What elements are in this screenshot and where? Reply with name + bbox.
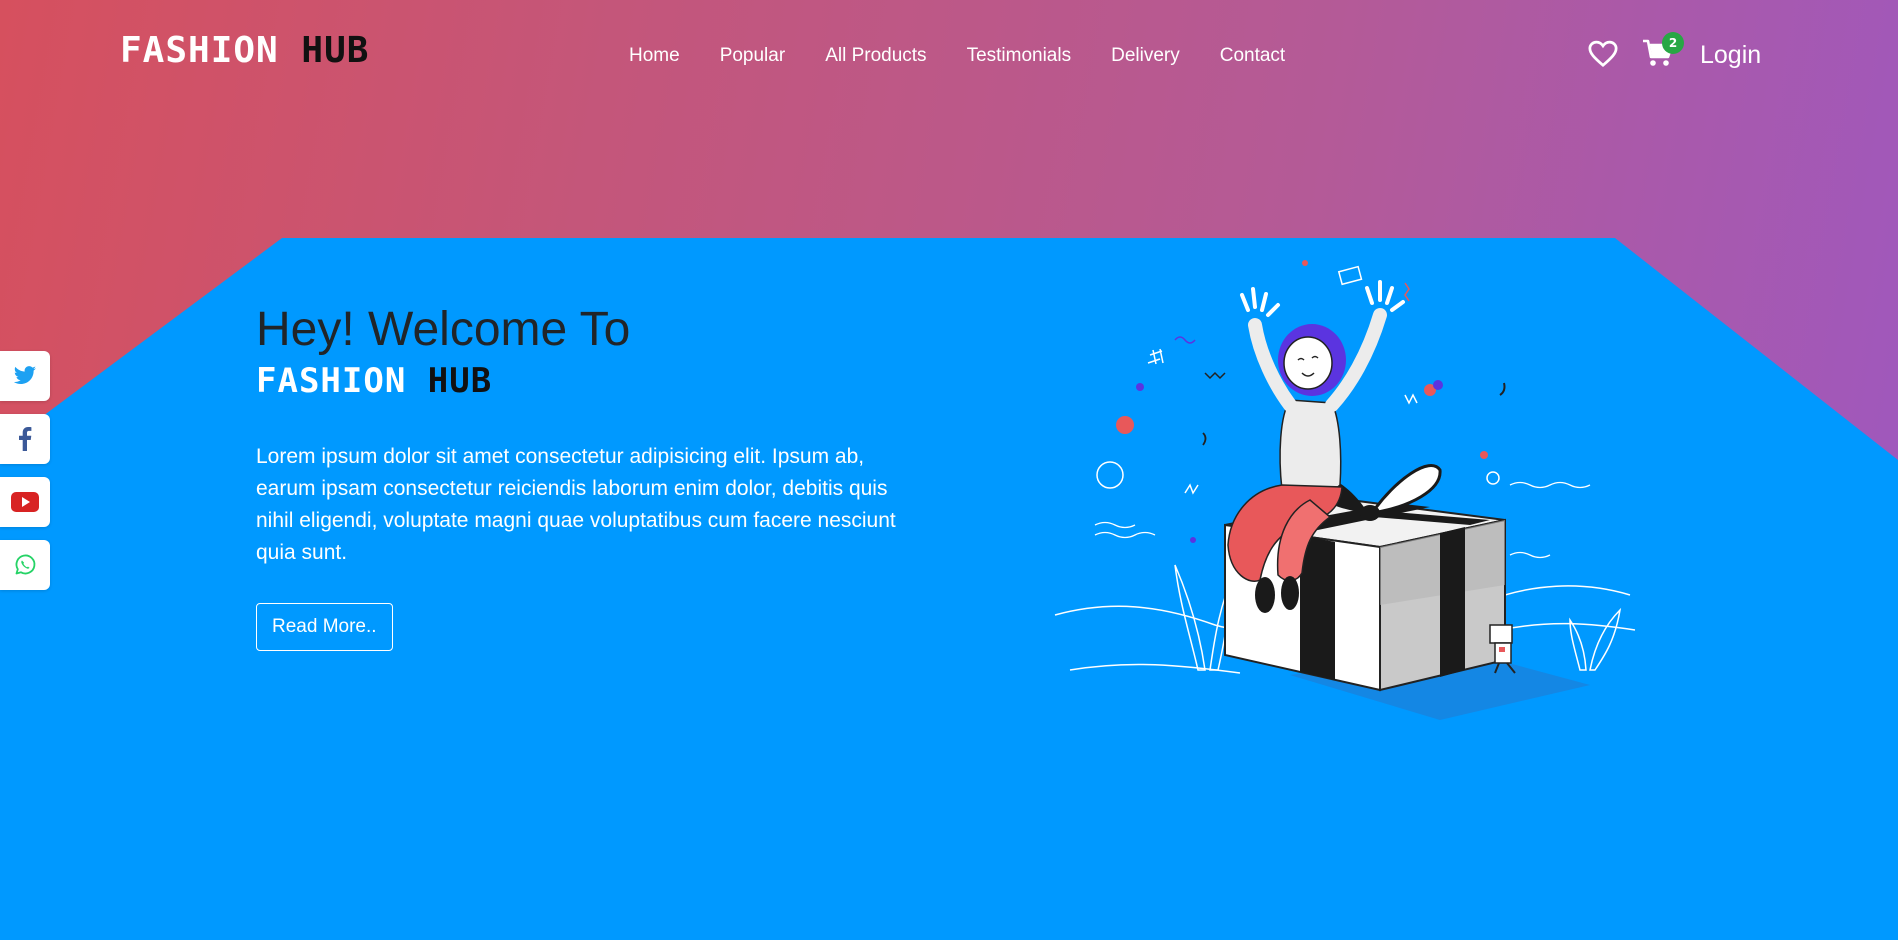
cart-button[interactable]: 2 bbox=[1642, 32, 1684, 70]
whatsapp-button[interactable] bbox=[0, 540, 50, 590]
gift-box-illustration bbox=[1054, 260, 1636, 720]
nav-delivery[interactable]: Delivery bbox=[1111, 45, 1180, 67]
twitter-icon bbox=[13, 366, 36, 384]
nav-popular[interactable]: Popular bbox=[720, 45, 786, 67]
nav-all-products[interactable]: All Products bbox=[825, 45, 926, 67]
site-logo[interactable]: FASHION HUB bbox=[120, 30, 369, 71]
read-more-button[interactable]: Read More.. bbox=[256, 603, 393, 651]
header-actions: 2 Login bbox=[1588, 32, 1761, 70]
social-sidebar bbox=[0, 351, 50, 603]
logo-hub-text: HUB bbox=[301, 30, 370, 71]
whatsapp-icon bbox=[15, 554, 36, 575]
facebook-button[interactable] bbox=[0, 414, 50, 464]
nav-contact[interactable]: Contact bbox=[1220, 45, 1285, 67]
heart-icon[interactable] bbox=[1588, 40, 1618, 68]
main-nav: Home Popular All Products Testimonials D… bbox=[629, 45, 1325, 67]
nav-home[interactable]: Home bbox=[629, 45, 680, 67]
login-link[interactable]: Login bbox=[1700, 41, 1761, 70]
facebook-icon bbox=[19, 427, 32, 451]
twitter-button[interactable] bbox=[0, 351, 50, 401]
youtube-button[interactable] bbox=[0, 477, 50, 527]
logo-fashion-text: FASHION bbox=[120, 30, 279, 71]
hero-section: Hey! Welcome To FASHION HUB Lorem ipsum … bbox=[256, 302, 926, 651]
nav-testimonials[interactable]: Testimonials bbox=[967, 45, 1072, 67]
hero-brand-fashion: FASHION bbox=[256, 361, 407, 401]
hero-title: Hey! Welcome To bbox=[256, 303, 631, 356]
youtube-icon bbox=[11, 492, 39, 512]
hero-description: Lorem ipsum dolor sit amet consectetur a… bbox=[256, 445, 896, 564]
hero-brand-hub: HUB bbox=[427, 361, 493, 401]
cart-count-badge: 2 bbox=[1662, 32, 1684, 54]
site-header: FASHION HUB Home Popular All Products Te… bbox=[0, 0, 1898, 112]
hero-brand: FASHION HUB bbox=[256, 361, 926, 401]
